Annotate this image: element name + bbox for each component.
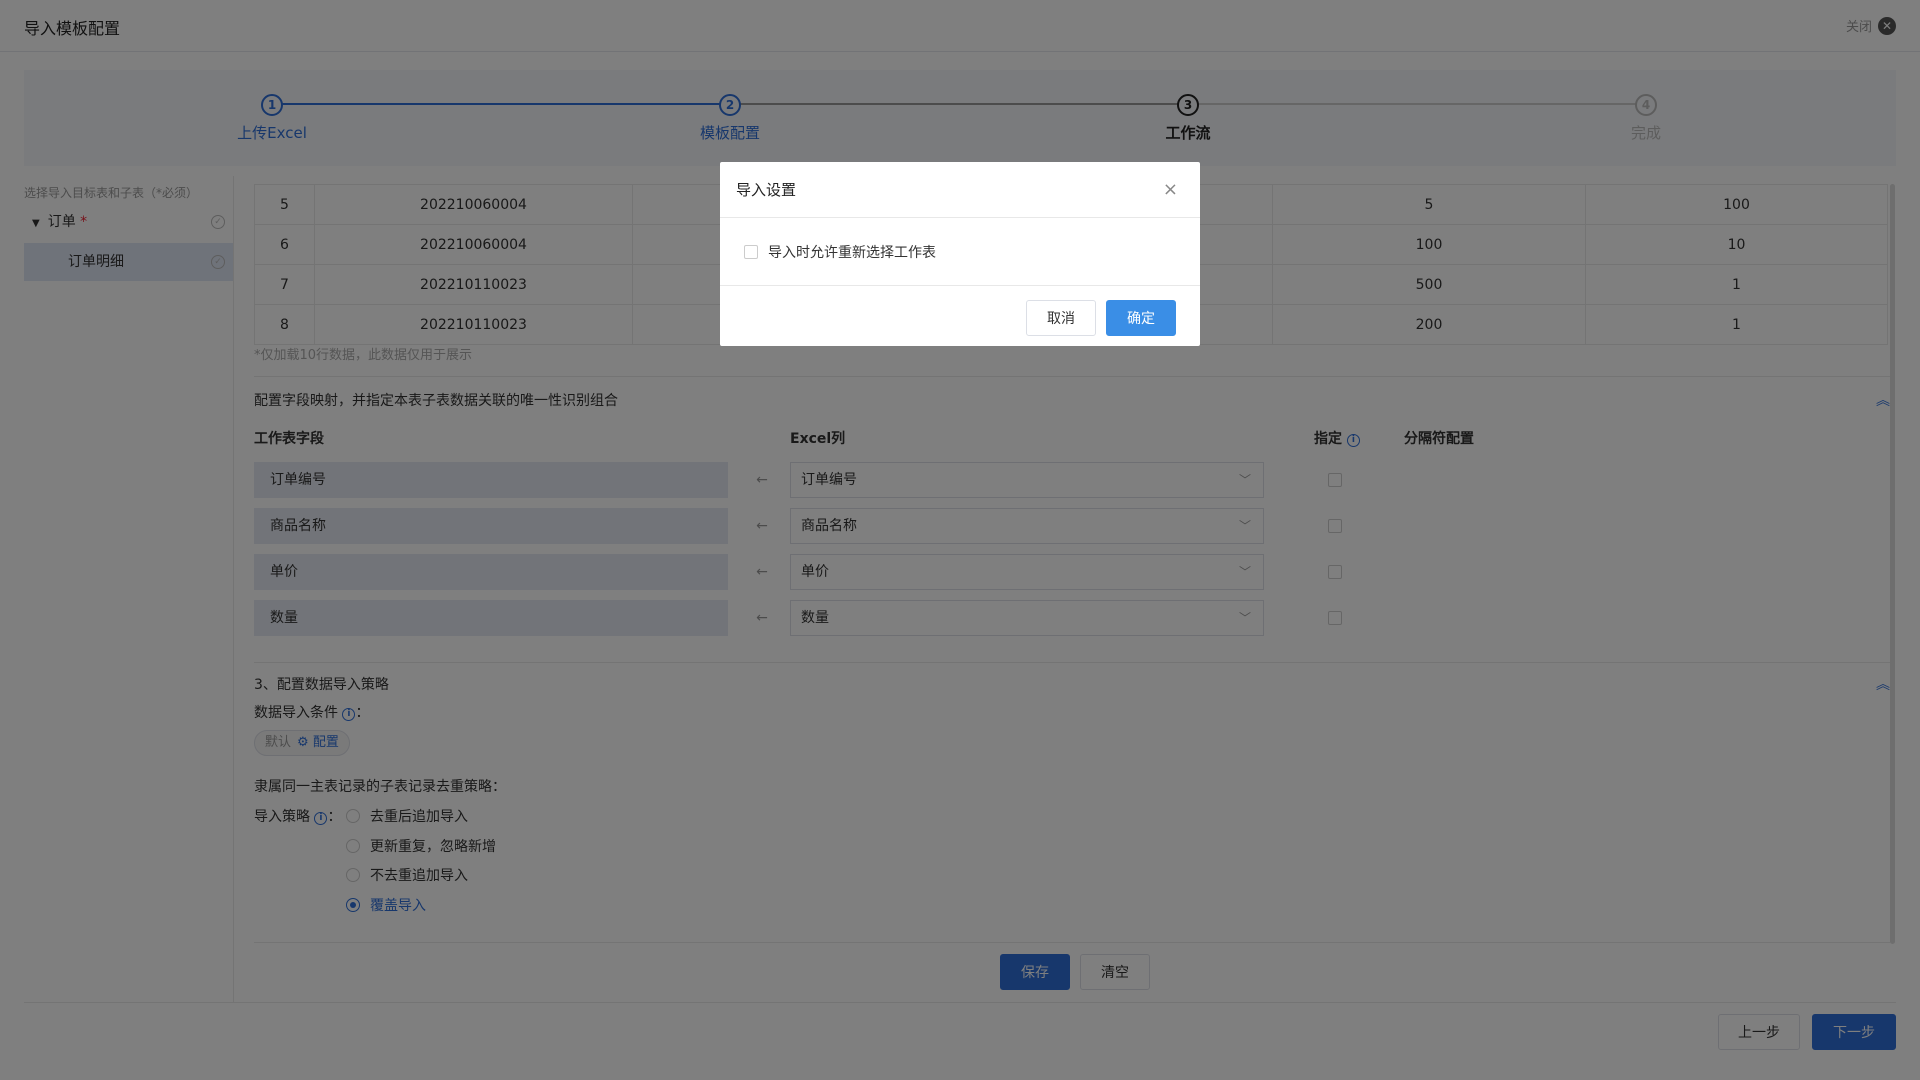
confirm-button[interactable]: 确定 [1106,300,1176,336]
dialog-footer: 取消 确定 [720,286,1200,345]
allow-reselect-checkbox[interactable] [744,244,758,259]
close-icon[interactable]: × [1163,162,1178,218]
dialog-body: 导入时允许重新选择工作表 [720,218,1200,286]
import-settings-dialog: 导入设置 × 导入时允许重新选择工作表 取消 确定 [720,162,1200,346]
dialog-header: 导入设置 × [720,162,1200,218]
dialog-title: 导入设置 [736,181,797,199]
cancel-button[interactable]: 取消 [1026,300,1096,336]
allow-reselect-label: 导入时允许重新选择工作表 [768,244,936,261]
